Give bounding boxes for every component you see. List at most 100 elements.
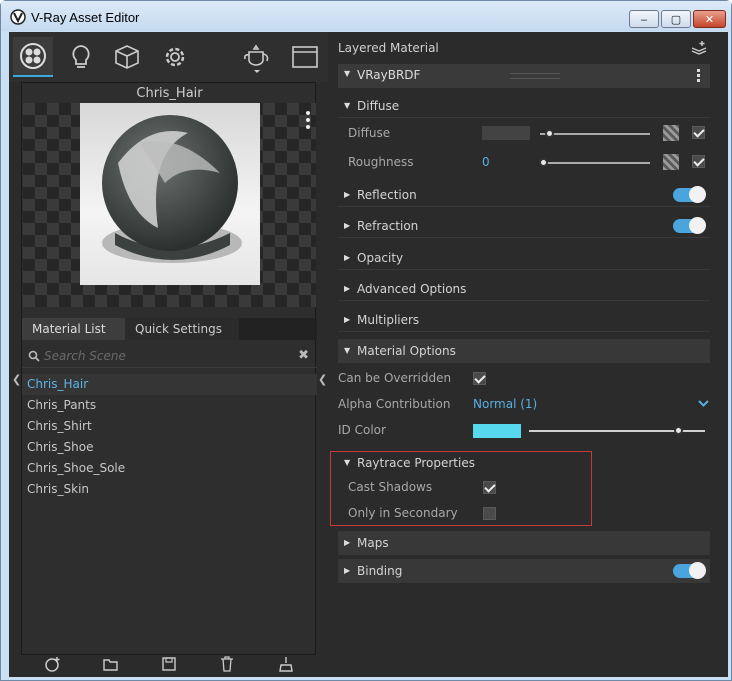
properties-panel: Layered Material ▼ VRayBRDF ▼ Diffuse Di… xyxy=(328,32,728,677)
list-item[interactable]: Chris_Hair xyxy=(22,374,317,395)
close-icon: ✕ xyxy=(704,13,715,26)
editor-client: Chris_Hair Material List Quick Settings … xyxy=(9,32,728,677)
list-item[interactable]: Chris_Pants xyxy=(22,395,317,416)
brdf-label: VRayBRDF xyxy=(357,68,421,82)
section-label: Maps xyxy=(357,536,389,550)
minimize-button[interactable]: ‒ xyxy=(629,10,659,28)
preview-render xyxy=(80,103,260,285)
delete-icon xyxy=(221,656,233,672)
save-button[interactable] xyxy=(159,654,179,674)
list-item[interactable]: Chris_Shirt xyxy=(22,416,317,437)
alpha-contribution-label: Alpha Contribution xyxy=(338,397,451,411)
section-advanced-options[interactable]: ▶ Advanced Options xyxy=(338,277,710,301)
roughness-slider-knob[interactable] xyxy=(539,158,548,167)
material-type-header: Layered Material xyxy=(338,41,439,55)
lights-icon xyxy=(72,45,90,68)
can-be-overridden-label: Can be Overridden xyxy=(338,371,452,385)
section-label: Diffuse xyxy=(357,99,400,113)
render-teapot-icon xyxy=(244,44,269,73)
cast-shadows-checkbox[interactable] xyxy=(483,481,496,494)
expand-right-icon: ▶ xyxy=(344,253,351,262)
delete-button[interactable] xyxy=(217,654,237,674)
diffuse-slider[interactable] xyxy=(540,133,650,135)
brdf-layer-header[interactable]: ▼ VRayBRDF xyxy=(338,64,710,88)
brdf-menu-icon[interactable] xyxy=(697,69,700,82)
section-opacity[interactable]: ▶ Opacity xyxy=(338,246,710,270)
window-title: V-Ray Asset Editor xyxy=(31,10,140,25)
section-multipliers[interactable]: ▶ Multipliers xyxy=(338,308,710,332)
preview-menu-icon[interactable] xyxy=(306,111,310,132)
expand-down-icon: ▼ xyxy=(344,346,351,355)
refraction-toggle[interactable] xyxy=(673,217,706,234)
bottom-toolbar xyxy=(9,652,328,677)
title-bar[interactable]: V-Ray Asset Editor ‒ ▢ ✕ xyxy=(1,1,731,31)
id-color-swatch[interactable] xyxy=(473,424,521,438)
can-be-overridden-checkbox[interactable] xyxy=(473,372,486,385)
maximize-button[interactable]: ▢ xyxy=(661,10,691,28)
list-item[interactable]: Chris_Skin xyxy=(22,479,317,500)
roughness-slider[interactable] xyxy=(540,162,650,164)
expand-down-icon: ▼ xyxy=(344,458,351,467)
list-item[interactable]: Chris_Shoe xyxy=(22,437,317,458)
add-material-button[interactable] xyxy=(43,654,63,674)
diffuse-texture-checkbox[interactable] xyxy=(692,126,705,139)
list-item[interactable]: Chris_Shoe_Sole xyxy=(22,458,317,479)
drag-handle[interactable] xyxy=(510,73,560,79)
cast-shadows-label: Cast Shadows xyxy=(348,480,433,494)
diffuse-slider-knob[interactable] xyxy=(545,129,554,138)
section-label: Reflection xyxy=(357,188,417,202)
material-preview[interactable] xyxy=(23,103,316,307)
roughness-texture-icon[interactable] xyxy=(663,154,679,170)
open-folder-button[interactable] xyxy=(101,654,121,674)
section-binding[interactable]: ▶ Binding xyxy=(338,559,710,583)
only-in-secondary-label: Only in Secondary xyxy=(348,506,458,520)
section-label: Multipliers xyxy=(357,313,420,327)
add-layer-icon[interactable] xyxy=(690,40,708,56)
section-label: Raytrace Properties xyxy=(357,456,475,470)
diffuse-color-swatch[interactable] xyxy=(482,126,530,140)
left-panel: Chris_Hair Material List Quick Settings … xyxy=(9,32,328,677)
only-in-secondary-checkbox[interactable] xyxy=(483,507,496,520)
material-list: Chris_Hair Chris_Pants Chris_Shirt Chris… xyxy=(22,374,317,500)
expand-down-icon: ▼ xyxy=(344,69,351,78)
alpha-contribution-select[interactable]: Normal (1) xyxy=(473,393,537,415)
geometry-tab[interactable] xyxy=(107,37,147,77)
search-input[interactable]: Search Scene xyxy=(44,349,126,363)
id-color-slider-knob[interactable] xyxy=(674,426,683,435)
roughness-value[interactable]: 0 xyxy=(482,151,490,173)
search-bar[interactable]: Search Scene ✖ xyxy=(22,344,317,368)
settings-icon xyxy=(165,47,185,67)
diffuse-texture-icon[interactable] xyxy=(663,125,679,141)
open-folder-icon xyxy=(103,659,118,671)
lights-tab[interactable] xyxy=(61,37,101,77)
expand-down-icon: ▼ xyxy=(344,101,351,110)
binding-toggle[interactable] xyxy=(673,562,706,579)
expand-right-icon: ▶ xyxy=(344,315,351,324)
section-reflection[interactable]: ▶ Reflection xyxy=(338,183,710,207)
frame-buffer-icon xyxy=(292,46,318,68)
collapse-left-icon[interactable]: ❮ xyxy=(12,373,21,386)
category-toolbar xyxy=(9,32,328,82)
section-raytrace-properties[interactable]: ▼ Raytrace Properties xyxy=(338,451,590,475)
reflection-toggle[interactable] xyxy=(673,186,706,203)
tab-material-list[interactable]: Material List xyxy=(22,318,125,340)
expand-right-icon: ▶ xyxy=(344,190,351,199)
section-refraction[interactable]: ▶ Refraction xyxy=(338,214,710,238)
settings-tab[interactable] xyxy=(155,37,195,77)
section-maps[interactable]: ▶ Maps xyxy=(338,531,710,555)
chevron-down-icon[interactable] xyxy=(698,400,709,408)
section-diffuse[interactable]: ▼ Diffuse xyxy=(338,94,710,118)
clear-search-icon[interactable]: ✖ xyxy=(298,348,309,363)
frame-buffer-tab[interactable] xyxy=(285,37,325,77)
purge-button[interactable] xyxy=(276,654,296,674)
render-tab[interactable] xyxy=(237,37,277,77)
geometry-icon xyxy=(115,45,139,69)
purge-icon xyxy=(279,657,293,672)
roughness-texture-checkbox[interactable] xyxy=(692,155,705,168)
diffuse-label: Diffuse xyxy=(348,126,391,140)
materials-tab[interactable] xyxy=(13,37,53,77)
close-button[interactable]: ✕ xyxy=(693,10,726,28)
collapse-right-icon[interactable]: ❮ xyxy=(318,373,327,386)
tab-quick-settings[interactable]: Quick Settings xyxy=(125,318,239,340)
section-material-options[interactable]: ▼ Material Options xyxy=(338,339,710,363)
